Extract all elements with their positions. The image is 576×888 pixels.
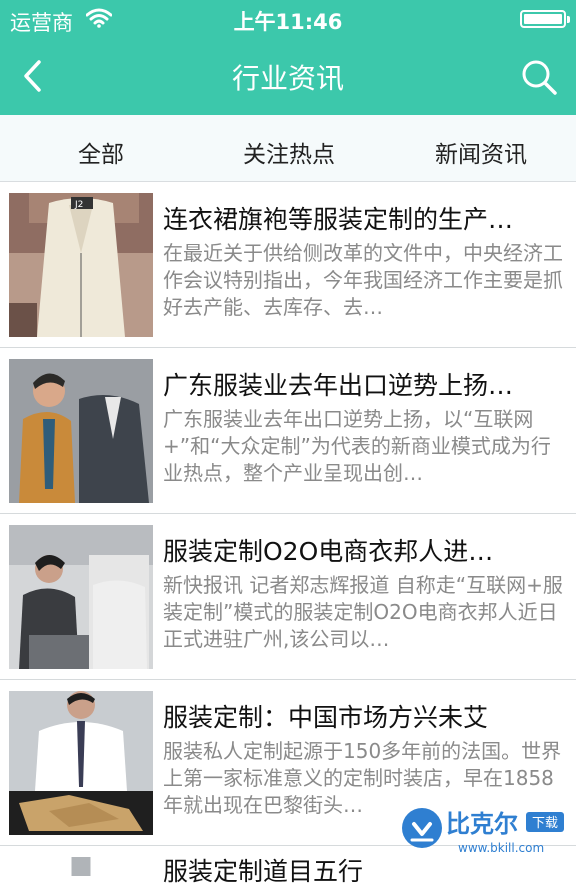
- tab-news[interactable]: 新闻资讯: [435, 135, 527, 169]
- watermark-badge: 下载: [532, 816, 558, 831]
- tab-hot-topics[interactable]: 关注热点: [243, 135, 335, 169]
- article-list: J2 连衣裙旗袍等服装定制的生产… 在最近关于供给侧改革的文件中，中央经济工作会…: [0, 182, 576, 886]
- back-icon[interactable]: [14, 56, 54, 96]
- carrier-label: 运营商: [10, 11, 73, 35]
- site-watermark: 比克尔 下载 www.bkill.com: [402, 808, 564, 855]
- tab-all[interactable]: 全部: [78, 135, 124, 169]
- article-title: 服装定制O2O电商衣邦人进…: [163, 537, 494, 566]
- article-thumbnail: [9, 691, 153, 835]
- article-summary: 在最近关于供给侧改革的文件中，中央经济工作会议特别指出，今年我国经济工作主要是抓…: [163, 241, 563, 319]
- article-thumbnail: J2: [9, 193, 153, 337]
- wifi-icon: [86, 8, 112, 28]
- list-item[interactable]: 广东服装业去年出口逆势上扬… 广东服装业去年出口逆势上扬，以“互联网+”和“大众…: [0, 348, 576, 514]
- article-title: 广东服装业去年出口逆势上扬…: [163, 371, 514, 400]
- search-icon[interactable]: [518, 56, 560, 98]
- list-item[interactable]: J2 连衣裙旗袍等服装定制的生产… 在最近关于供给侧改革的文件中，中央经济工作会…: [0, 182, 576, 348]
- article-thumbnail: [9, 525, 153, 669]
- article-thumbnail: [9, 359, 153, 503]
- nav-bar: 行业资讯: [0, 38, 576, 115]
- status-bar: 运营商 上午11:46: [0, 0, 576, 38]
- list-item[interactable]: 服装定制O2O电商衣邦人进… 新快报讯 记者郑志辉报道 自称走“互联网+服装定制…: [0, 514, 576, 680]
- page-title: 行业资讯: [231, 62, 344, 95]
- article-summary: 新快报讯 记者郑志辉报道 自称走“互联网+服装定制”模式的服装定制O2O电商衣邦…: [163, 573, 563, 651]
- article-thumbnail: [71, 857, 91, 876]
- watermark-url: www.bkill.com: [458, 841, 544, 855]
- battery-icon: [520, 10, 570, 28]
- watermark-brand: 比克尔: [446, 810, 518, 838]
- mannequin-tag: J2: [74, 200, 83, 210]
- article-title: 服装定制：中国市场方兴未艾: [163, 703, 489, 732]
- article-summary: 广东服装业去年出口逆势上扬，以“互联网+”和“大众定制”为代表的新商业模式成为行…: [163, 407, 551, 485]
- category-tabs: 全部 关注热点 新闻资讯: [0, 115, 576, 182]
- article-title: 连衣裙旗袍等服装定制的生产…: [163, 205, 514, 234]
